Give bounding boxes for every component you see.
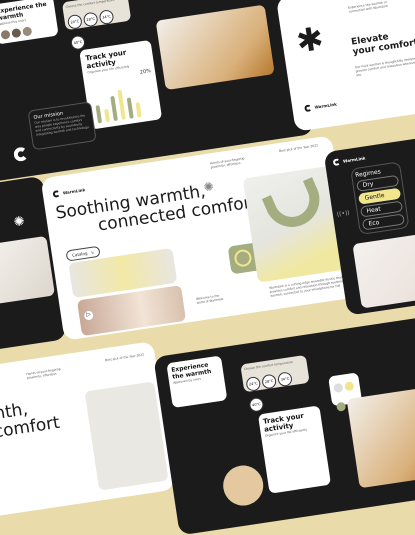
temp-option[interactable]: 34°C [276,371,293,388]
bar [117,89,126,120]
elevate-intro: Experience the warmth of connection with… [347,0,389,14]
logo: WarmLink [304,101,337,113]
dashboard-card-bottom: Experience the warmth Approved by users … [153,314,415,535]
experience-card: Experience the warmth Approved by users [166,355,228,409]
temp-option[interactable]: 24°C [66,13,83,30]
bar [110,95,118,122]
temp-option[interactable]: 40°C [70,34,86,51]
mission-card: Our mission Our mission is to revolution… [27,101,97,151]
product-photo [346,386,415,489]
bar [126,97,134,119]
track-activity-card: Track your activity Organize your life e… [257,405,332,494]
award: Best pick of the Year 2022 [104,352,145,363]
user-photo [220,462,266,509]
temp-option[interactable]: 28°C [261,373,278,390]
arrow-icon: ↘ [89,249,95,256]
bar [95,105,103,124]
temperature-label: Choose the comfort temperature [65,0,115,10]
tagline: Hands-of-your-fingertip proximity, effor… [209,156,245,170]
activity-bars [94,87,143,124]
hero-card-copy: Hands-of-your-fingertip proximity, effor… [0,341,175,519]
hero-title: Soothing warmth,connected comfort [0,399,62,456]
temperature-label: Choose the comfort temperature [243,359,294,372]
bar [135,102,142,118]
sweater-photo [0,235,55,305]
award: Best pick of the Year 2022 [278,143,319,154]
logo-mark-icon [12,146,29,163]
elevate-card: ✱ Experience the warmth of connection wi… [275,0,415,132]
sun-icon: ✺ [12,213,26,231]
bar [104,108,111,123]
asterisk-icon: ✱ [293,18,326,61]
product-photo [352,229,415,309]
track-percent: 20% [139,68,152,76]
temperature-picker[interactable]: Choose the comfort temperature 24°C 28°C 3… [240,354,310,413]
regimes-panel: Regimes Dry Gentle Heat Eco [350,161,410,236]
welcome-text: Welcome to the world of Warmlink [195,293,224,305]
elevate-body: Our neck warmer is thoughtfully designed… [354,55,415,78]
sun-icon: ✺ [202,179,215,195]
temp-option[interactable]: 40°C [248,396,265,413]
wifi-icon: ((•)) [336,209,351,219]
play-icon: ▷ [83,310,94,321]
logo: WarmLink [52,186,86,198]
temp-option[interactable]: 24°C [245,375,262,392]
temp-option[interactable]: 34°C [98,9,115,26]
temperature-picker[interactable]: Choose the comfort temperature 24°C 28°C 3… [61,0,132,51]
temp-option[interactable]: 28°C [82,11,99,28]
experience-card: Experience the warmth Approved by users [0,0,59,45]
product-photo [155,4,275,91]
neck-warmer-photo [84,381,169,491]
logo: WarmLink [332,154,366,167]
tagline: Hands-of-your-fingertip proximity, effor… [26,366,61,381]
